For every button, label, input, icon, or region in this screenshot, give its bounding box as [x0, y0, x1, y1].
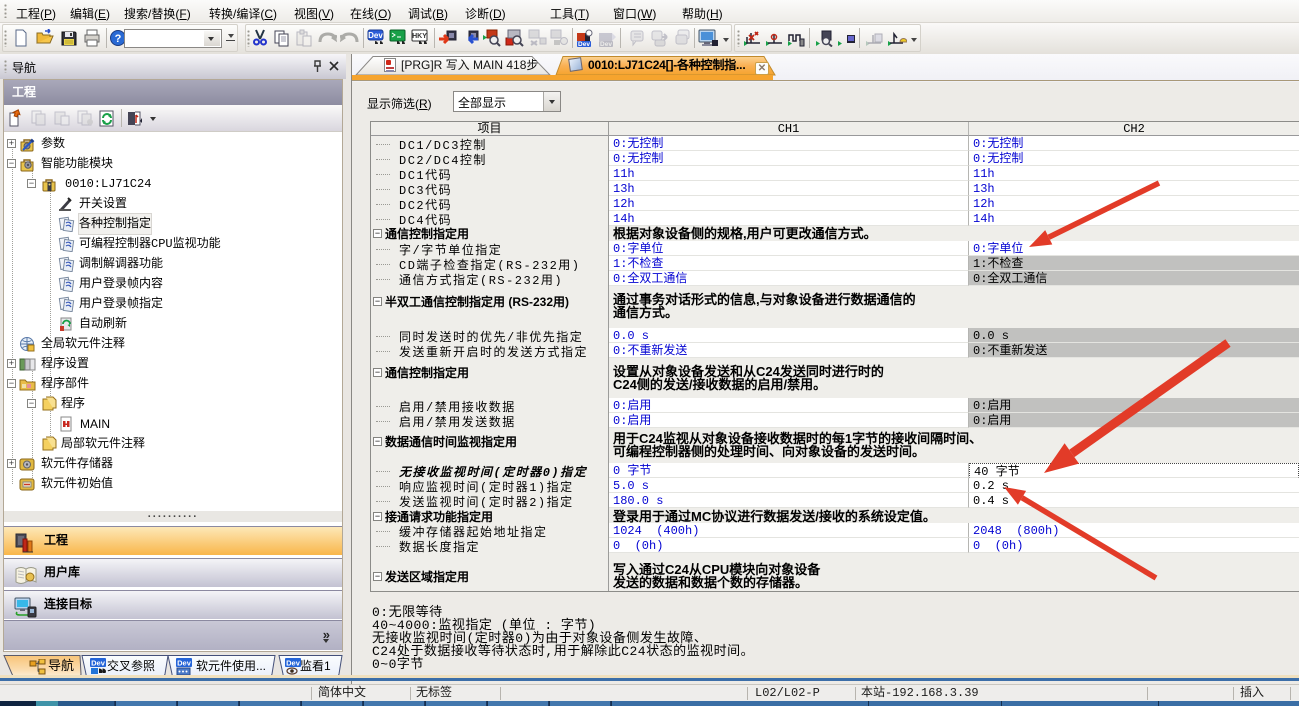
- svg-text:HKY: HKY: [412, 33, 427, 40]
- svg-text:?: ?: [115, 33, 122, 45]
- svg-text:Dev: Dev: [368, 31, 383, 40]
- svg-text:Dev: Dev: [600, 41, 612, 47]
- svg-text:Dev: Dev: [286, 659, 301, 668]
- svg-text:Dev: Dev: [578, 41, 590, 47]
- svg-text:Dev: Dev: [91, 659, 106, 668]
- svg-text:Dev: Dev: [177, 659, 192, 668]
